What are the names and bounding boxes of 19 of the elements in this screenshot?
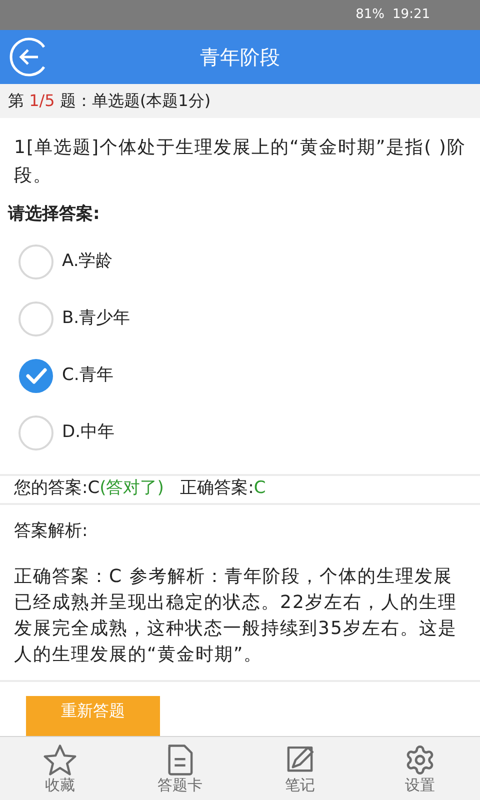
analysis-title: 答案解析: bbox=[14, 520, 89, 542]
nav-tab[interactable]: 笔记 bbox=[240, 737, 360, 800]
star-icon bbox=[42, 744, 78, 776]
question-counter: 第 1/5 题：单选题(本题1分) bbox=[8, 90, 211, 112]
question-text: 1[单选题]个体处于生理发展上的“黄金时期”是指( )阶段。 bbox=[13, 136, 467, 188]
clock-time: 19:21 bbox=[392, 6, 430, 24]
battery-percent: 81% bbox=[356, 6, 385, 24]
nav-tab[interactable]: 收藏 bbox=[0, 737, 120, 800]
answer-option[interactable]: A.学龄 bbox=[0, 234, 480, 290]
answer-option[interactable]: C.青年 bbox=[0, 348, 480, 404]
nav-tab[interactable]: 设置 bbox=[360, 737, 480, 800]
analysis-text: 正确答案：C 参考解析：青年阶段，个体的生理发展已经成熟并呈现出稳定的状态。22岁左右，人的生理发展完全成熟，这种状态一般持续到35岁左右。这是人的生理发展的“黄金时期”。 bbox=[14, 565, 458, 667]
answer-prompt: 请选择答案: bbox=[6, 203, 101, 226]
nav-tab[interactable]: 答题卡 bbox=[120, 737, 240, 800]
answer-option[interactable]: B.青少年 bbox=[0, 290, 480, 348]
answer-result: 您的答案:C(答对了) 正确答案:C bbox=[14, 477, 266, 500]
answer-option[interactable]: D.中年 bbox=[0, 404, 480, 462]
settings-icon bbox=[404, 744, 436, 776]
page-title: 青年阶段 bbox=[200, 44, 280, 71]
